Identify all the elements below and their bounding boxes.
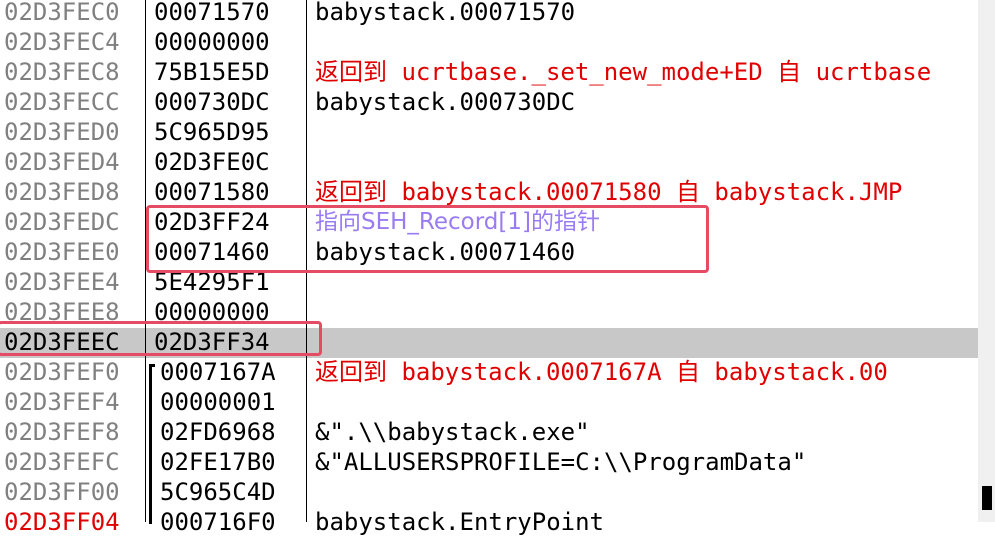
stack-comment xyxy=(315,388,978,418)
stack-address: 02D3FEC4 xyxy=(4,28,120,56)
stack-address: 02D3FEE0 xyxy=(4,238,120,266)
stack-row[interactable]: 02D3FEF4 00000001 xyxy=(0,388,978,418)
stack-comment xyxy=(315,298,978,328)
return-address-comment: 返回到 babystack.0007167A 自 babystack.00 xyxy=(315,358,888,386)
stack-address: 02D3FED4 xyxy=(4,148,120,176)
stack-value: 75B15E5D xyxy=(154,58,270,86)
stack-frame-bracket xyxy=(149,364,155,524)
vertical-scrollbar[interactable] xyxy=(978,0,995,522)
seh-record-highlight-box xyxy=(146,205,709,273)
stack-address: 02D3FEF0 xyxy=(4,358,120,386)
stack-comment xyxy=(315,328,978,358)
current-row-highlight-box xyxy=(0,321,322,356)
stack-address: 02D3FF00 xyxy=(4,478,120,506)
stack-address: 02D3FED8 xyxy=(4,178,120,206)
stack-value: 5C965D95 xyxy=(154,118,270,146)
stack-row[interactable]: 02D3FF04 000716F0 babystack.EntryPoint xyxy=(0,508,978,538)
stack-comment xyxy=(315,148,978,178)
stack-address: 02D3FEF8 xyxy=(4,418,120,446)
stack-row[interactable]: 02D3FED4 02D3FE0C xyxy=(0,148,978,178)
stack-row[interactable]: 02D3FEF8 02FD6968 &".\\babystack.exe" xyxy=(0,418,978,448)
stack-value: 00000000 xyxy=(154,28,270,56)
stack-row[interactable]: 02D3FED8 00071580 返回到 babystack.00071580… xyxy=(0,178,978,208)
return-address-comment: 返回到 babystack.00071580 自 babystack.JMP xyxy=(315,178,903,206)
stack-row[interactable]: 02D3FECC 000730DC babystack.000730DC xyxy=(0,88,978,118)
stack-value: 5C965C4D xyxy=(160,478,276,506)
stack-value: 00071570 xyxy=(154,0,270,26)
stack-value: 00071580 xyxy=(154,178,270,206)
stack-row[interactable]: 02D3FEC0 00071570 babystack.00071570 xyxy=(0,0,978,28)
stack-value: 0007167A xyxy=(160,358,276,386)
stack-address: 02D3FECC xyxy=(4,88,120,116)
stack-address: 02D3FF04 xyxy=(4,508,120,536)
stack-address: 02D3FEFC xyxy=(4,448,120,476)
stack-comment xyxy=(315,118,978,148)
stack-comment: &"ALLUSERSPROFILE=C:\\ProgramData" xyxy=(315,448,807,476)
stack-value: 02D3FE0C xyxy=(154,148,270,176)
stack-address: 02D3FED0 xyxy=(4,118,120,146)
stack-comment: babystack.000730DC xyxy=(315,88,576,116)
stack-address: 02D3FEC8 xyxy=(4,58,120,86)
stack-row[interactable]: 02D3FEF0 0007167A 返回到 babystack.0007167A… xyxy=(0,358,978,388)
stack-address: 02D3FEDC xyxy=(4,208,120,236)
stack-row[interactable]: 02D3FF00 5C965C4D xyxy=(0,478,978,508)
stack-row[interactable]: 02D3FEC4 00000000 xyxy=(0,28,978,58)
stack-address: 02D3FEE4 xyxy=(4,268,120,296)
stack-comment: babystack.00071570 xyxy=(315,0,576,26)
return-address-comment: 返回到 ucrtbase._set_new_mode+ED 自 ucrtbase xyxy=(315,58,932,86)
stack-comment xyxy=(315,28,978,58)
stack-address: 02D3FEC0 xyxy=(4,0,120,26)
stack-row[interactable]: 02D3FEFC 02FE17B0 &"ALLUSERSPROFILE=C:\\… xyxy=(0,448,978,478)
stack-comment: babystack.EntryPoint xyxy=(315,508,604,536)
stack-row[interactable]: 02D3FED0 5C965D95 xyxy=(0,118,978,148)
stack-value: 02FE17B0 xyxy=(160,448,276,476)
scrollbar-thumb[interactable] xyxy=(982,486,992,510)
stack-row[interactable]: 02D3FEC8 75B15E5D 返回到 ucrtbase._set_new_… xyxy=(0,58,978,88)
stack-value: 000730DC xyxy=(154,88,270,116)
stack-address: 02D3FEF4 xyxy=(4,388,120,416)
stack-comment xyxy=(315,478,978,508)
stack-value: 000716F0 xyxy=(160,508,276,536)
stack-value: 00000001 xyxy=(160,388,276,416)
stack-value: 02FD6968 xyxy=(160,418,276,446)
stack-comment: &".\\babystack.exe" xyxy=(315,418,590,446)
